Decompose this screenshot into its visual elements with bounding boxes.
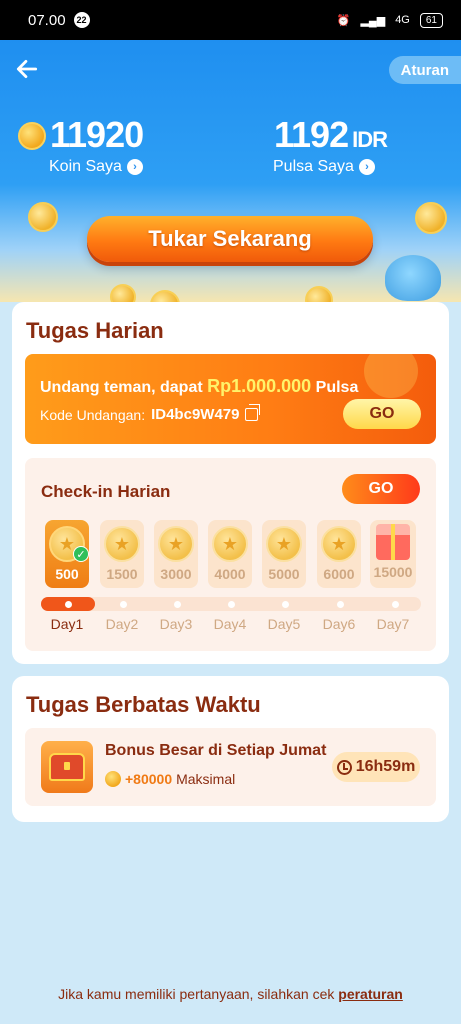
status-time: 07.00 [28,11,66,29]
checkin-day-3[interactable]: ★ 3000 [154,520,198,588]
timer-value: 16h59m [355,758,416,775]
decor-coin-icon [28,202,58,232]
gift-icon [376,524,410,560]
checkin-title: Check-in Harian [41,482,171,501]
battery-level: 61 [425,14,437,26]
checkin-progress [41,597,421,611]
chevron-right-icon: › [126,159,143,175]
progress-dot [337,601,344,608]
arrow-left-icon [16,60,38,78]
rules-button[interactable]: Aturan [388,56,461,84]
checkin-day-6[interactable]: ★ 6000 [317,520,361,588]
coin-icon [18,122,46,150]
pulsa-value-group: 1192 IDR [274,114,388,156]
day-label: Day6 [322,616,356,632]
pulsa-label: Pulsa Saya [273,158,354,175]
decor-coin-icon [150,290,180,302]
rules-link[interactable]: peraturan [338,986,403,1002]
day-label: Day7 [376,616,410,632]
invite-banner[interactable]: Undang teman, dapat Rp1.000.000 Pulsa Ko… [25,354,436,444]
star-coin-icon: ★ [104,526,140,562]
status-bar: 07.00 22 ⏰ ▂▄▆ 4G 61 [0,0,461,40]
limited-tasks-card: Tugas Berbatas Waktu Bonus Besar di Seti… [12,676,449,822]
progress-dot [392,601,399,608]
network-type: 4G [395,14,410,26]
coins-label: Koin Saya [49,158,122,175]
day-label: Day1 [50,616,84,632]
day-label: Day2 [105,616,139,632]
star-coin-icon: ★ [321,526,357,562]
countdown-timer: 16h59m [332,752,420,782]
decor-circle [364,354,418,398]
checkin-value: 500 [55,566,79,582]
progress-dot [65,601,72,608]
invite-code: ID4bc9W479 [151,406,240,423]
progress-dot [228,601,235,608]
star-coin-icon: ★ [266,526,302,562]
daily-checkin: Check-in Harian GO ★ 500 ✓ ★ 1500 ★ 3000… [25,458,436,651]
chest-box [49,753,85,781]
coins-link[interactable]: Koin Saya › [49,158,143,176]
footer-help: Jika kamu memiliki pertanyaan, silahkan … [0,986,461,1002]
checkin-value: 1500 [106,566,138,582]
pulsa-value: 1192 [274,114,349,155]
checkin-go-button[interactable]: GO [342,474,420,504]
invite-go-button[interactable]: GO [343,399,421,429]
invite-text: Undang teman, dapat Rp1.000.000 Pulsa [40,376,358,397]
progress-dot [174,601,181,608]
coins-value: 11920 [50,114,144,155]
alarm-icon: ⏰ [336,14,351,27]
day-label: Day3 [159,616,193,632]
checkin-value: 3000 [160,566,192,582]
day-label: Day4 [213,616,247,632]
coin-icon [105,771,121,787]
checkin-value: 4000 [214,566,246,582]
friday-bonus-task[interactable]: Bonus Besar di Setiap Jumat +80000 Maksi… [25,728,436,806]
pulsa-link[interactable]: Pulsa Saya › [273,158,375,176]
checkin-day-1[interactable]: ★ 500 ✓ [45,520,89,588]
checkin-day-7[interactable]: 15000 [370,520,416,588]
invite-code-row: Kode Undangan: ID4bc9W479 [40,404,261,423]
checkin-day-4[interactable]: ★ 4000 [208,520,252,588]
hero-banner: Aturan 11920 Koin Saya › 1192 IDR Pulsa S… [0,40,461,302]
invite-text-suffix: Pulsa [311,379,359,396]
star-coin-icon: ★ [158,526,194,562]
task-bonus: +80000 [125,771,173,787]
check-icon: ✓ [73,546,89,562]
task-reward: +80000 Maksimal [105,771,235,787]
task-bonus-suffix: Maksimal [176,771,236,787]
decor-coin-icon [305,286,333,302]
invite-text-prefix: Undang teman, dapat [40,379,208,396]
invite-code-label: Kode Undangan: [40,406,146,423]
status-icons: ⏰ ▂▄▆ 4G 61 [336,12,443,28]
battery-icon: 61 [419,12,443,28]
checkin-value: 5000 [268,566,300,582]
checkin-day-2[interactable]: ★ 1500 [100,520,144,588]
checkin-value: 6000 [323,566,355,582]
limited-tasks-title: Tugas Berbatas Waktu [26,692,261,717]
day-label: Day5 [267,616,301,632]
star-coin-icon: ★ [212,526,248,562]
notification-badge: 22 [73,12,90,28]
invite-amount: Rp1.000.000 [207,376,312,396]
decor-coin-icon [415,202,447,234]
clock-icon [336,759,352,775]
footer-text: Jika kamu memiliki pertanyaan, silahkan … [58,986,339,1002]
task-title: Bonus Besar di Setiap Jumat [105,742,327,759]
decor-coin-icon [110,284,136,302]
exchange-now-button[interactable]: Tukar Sekarang [87,216,373,262]
treasure-chest-icon [41,741,93,793]
pulsa-unit: IDR [352,127,388,152]
mascot-bag-icon [385,255,441,301]
progress-dot [282,601,289,608]
daily-tasks-card: Tugas Harian Undang teman, dapat Rp1.000… [12,302,449,664]
checkin-value: 15000 [373,564,413,580]
chevron-right-icon: › [358,159,375,175]
signal-icon: ▂▄▆ [360,14,386,27]
checkin-day-5[interactable]: ★ 5000 [262,520,306,588]
daily-tasks-title: Tugas Harian [26,318,164,343]
copy-icon[interactable] [245,404,261,421]
progress-dot [120,601,127,608]
back-button[interactable] [14,56,44,86]
